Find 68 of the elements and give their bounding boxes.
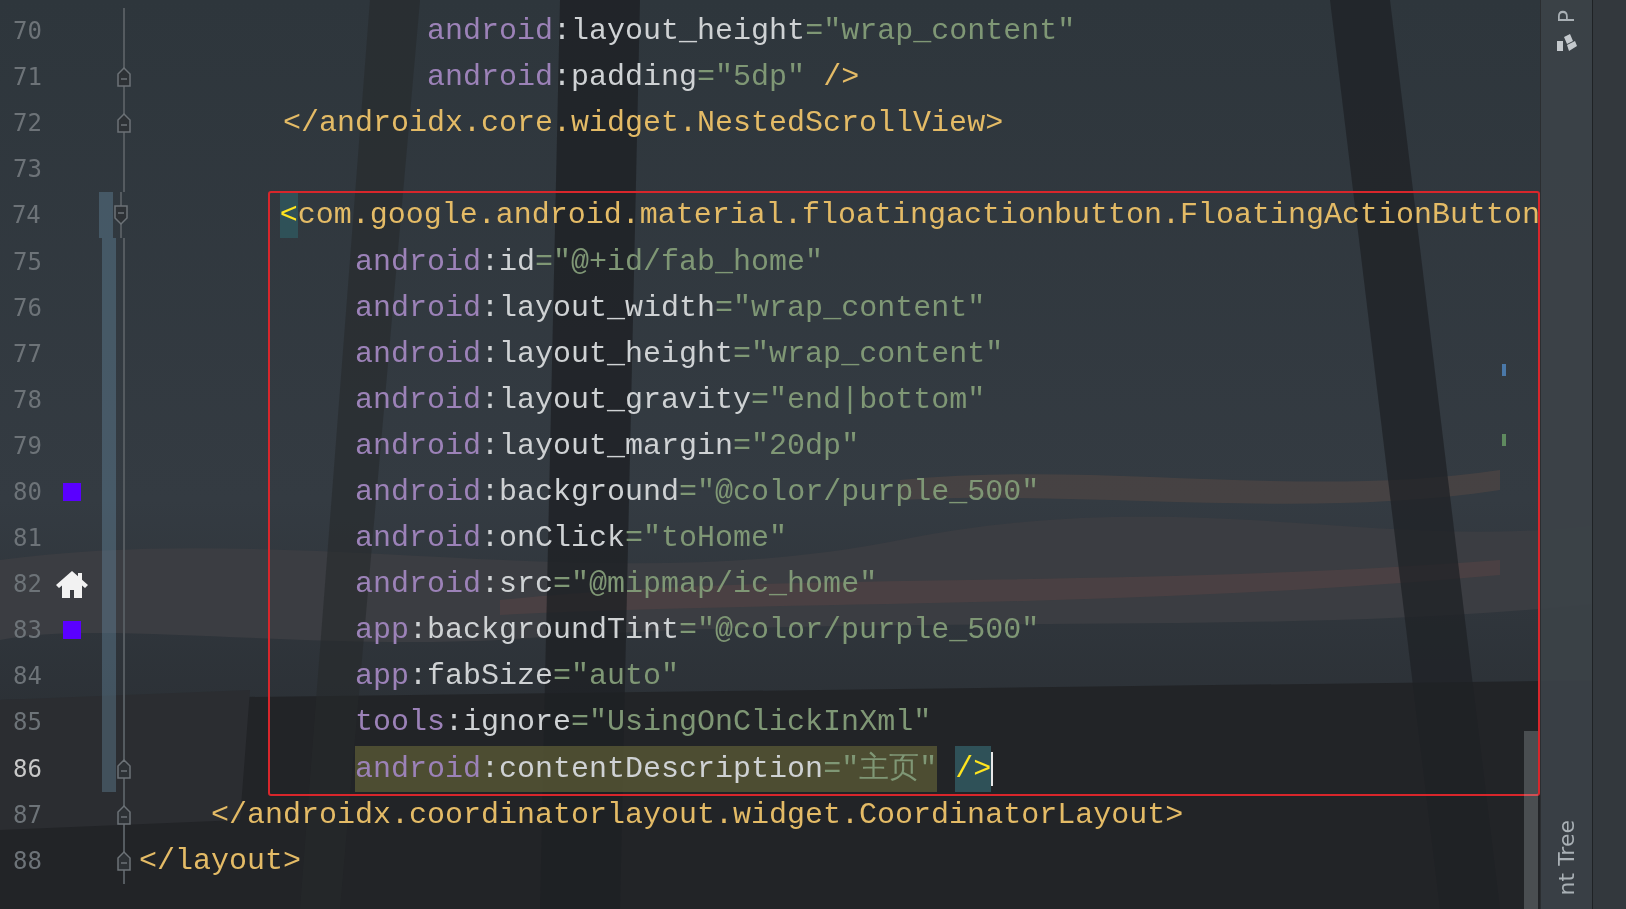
code-token: app bbox=[355, 612, 410, 650]
code-token: /> bbox=[955, 745, 992, 792]
line-number: 77 bbox=[12, 339, 42, 368]
line-number: 74 bbox=[10, 201, 41, 230]
code-token: ="@+id/fab_home" bbox=[535, 243, 824, 281]
line-number: 70 bbox=[12, 17, 42, 46]
code-token: :layout_height bbox=[553, 13, 806, 51]
line-number: 78 bbox=[12, 385, 42, 414]
code-token: :layout_gravity bbox=[481, 381, 752, 419]
line-number: 75 bbox=[12, 247, 42, 276]
code-token: /> bbox=[823, 59, 860, 97]
code-token: android bbox=[355, 427, 482, 465]
line-number: 79 bbox=[12, 431, 42, 460]
line-number: 87 bbox=[12, 800, 42, 829]
code-token: :background bbox=[481, 474, 680, 511]
code-token: ="toHome" bbox=[625, 520, 788, 558]
code-token: android bbox=[355, 566, 482, 604]
tool-window-tab[interactable]: P bbox=[1554, 10, 1579, 24]
code-token: ="@color/purple_500" bbox=[679, 612, 1040, 650]
code-token: android bbox=[355, 381, 482, 419]
code-token: :layout_margin bbox=[481, 427, 734, 465]
line-number: 71 bbox=[12, 63, 42, 92]
code-token: :backgroundTint bbox=[409, 612, 680, 650]
line-number: 86 bbox=[12, 754, 42, 783]
code-token: ="UsingOnClickInXml" bbox=[571, 704, 932, 742]
line-number: 81 bbox=[12, 524, 42, 553]
line-number: 80 bbox=[12, 478, 42, 506]
code-token: :fabSize bbox=[409, 658, 554, 696]
line-number: 73 bbox=[12, 155, 42, 184]
code-token: </androidx.coordinatorlayout.widget.CoordinatorLayout> bbox=[211, 796, 1184, 834]
code-token: ="20dp" bbox=[733, 427, 860, 465]
code-token: ="end|bottom" bbox=[751, 381, 986, 419]
code-token: :padding bbox=[553, 59, 698, 97]
code-token: android bbox=[355, 745, 482, 792]
code-token: ="auto" bbox=[553, 658, 680, 696]
code-token: android bbox=[355, 243, 482, 281]
code-token: ="@mipmap/ic_home" bbox=[553, 566, 878, 604]
code-token: :contentDescription bbox=[481, 745, 824, 792]
code-token: android bbox=[355, 474, 482, 511]
code-token: :layout_height bbox=[481, 335, 734, 373]
line-number: 85 bbox=[12, 708, 42, 737]
code-token: </androidx.core.widget.NestedScrollView> bbox=[283, 105, 1004, 143]
code-token: :id bbox=[481, 243, 536, 281]
tool-window-tab[interactable]: nt Tree bbox=[1554, 819, 1579, 895]
code-token: android bbox=[355, 289, 482, 327]
code-token: ="主页" bbox=[823, 745, 938, 792]
code-token: ="wrap_content" bbox=[733, 335, 1004, 373]
code-token: ="5dp" bbox=[697, 59, 806, 97]
line-number: 84 bbox=[12, 662, 42, 691]
code-token: android bbox=[427, 13, 554, 51]
code-token: ="wrap_content" bbox=[715, 289, 986, 327]
code-token: app bbox=[355, 658, 410, 696]
code-token: com.google.android.material.floatingactionbutton.FloatingActionButton bbox=[297, 197, 1540, 235]
code-token: ="wrap_content" bbox=[805, 13, 1076, 51]
code-token: :src bbox=[481, 566, 554, 604]
line-number: 83 bbox=[12, 616, 42, 645]
code-token: android bbox=[355, 335, 482, 373]
code-token: :onClick bbox=[481, 520, 626, 558]
code-token: android bbox=[355, 520, 482, 558]
line-number: 72 bbox=[12, 109, 42, 138]
code-token: </layout> bbox=[139, 842, 302, 880]
code-token: android bbox=[427, 59, 554, 97]
line-number: 88 bbox=[12, 846, 42, 875]
code-token: :ignore bbox=[445, 704, 572, 742]
code-token: :layout_width bbox=[481, 289, 716, 327]
code-token: tools bbox=[355, 704, 446, 742]
line-number: 76 bbox=[12, 293, 42, 322]
code-token: ="@color/purple_500" bbox=[679, 474, 1040, 511]
